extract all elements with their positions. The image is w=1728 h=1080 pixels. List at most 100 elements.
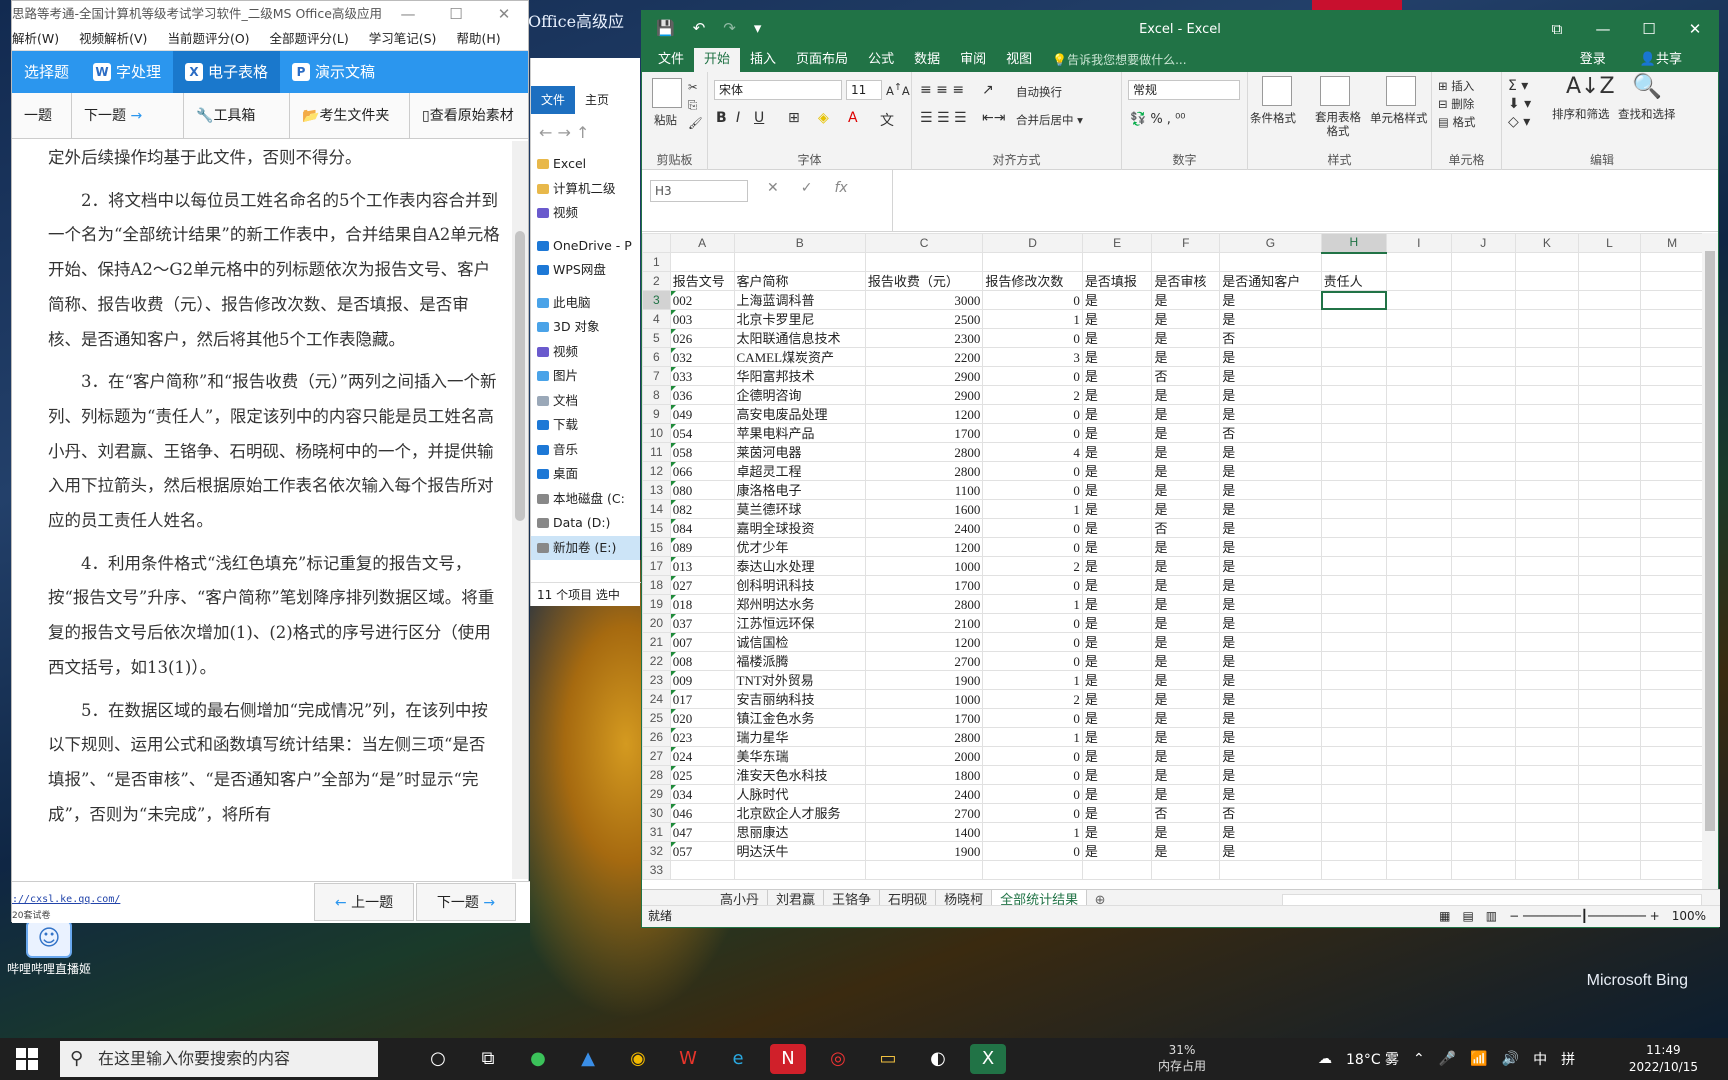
cell[interactable] (1450, 689, 1517, 709)
cell[interactable]: 思丽康达 (733, 822, 866, 842)
cell[interactable] (1577, 803, 1642, 823)
menu-analysis[interactable]: 解析(W) (12, 27, 59, 50)
cell[interactable]: 是 (1219, 499, 1322, 519)
cell[interactable] (1450, 328, 1517, 348)
cell-style-label[interactable]: 单元格样式 (1370, 110, 1428, 126)
cell[interactable]: 是 (1081, 461, 1153, 481)
cell[interactable] (1515, 803, 1579, 823)
cell[interactable]: 084 (669, 518, 735, 538)
cell[interactable] (1450, 632, 1517, 652)
cell[interactable] (733, 860, 866, 880)
row-header[interactable]: 26 (642, 727, 671, 747)
cell[interactable]: 是 (1081, 632, 1153, 652)
row-header[interactable]: 24 (642, 689, 671, 709)
cell[interactable]: 013 (669, 556, 735, 576)
cell[interactable] (1450, 784, 1517, 804)
cells-table[interactable]: ABCDEFGHIJKLM 1 2 报告文号 客户简称 报告收费（元） 报告修改次数 是否填… (642, 233, 1704, 880)
row-header[interactable]: 2 (642, 271, 671, 291)
cell[interactable] (1320, 670, 1388, 690)
cell[interactable] (1640, 727, 1704, 747)
cell[interactable]: 是 (1081, 841, 1153, 861)
cell[interactable] (1577, 841, 1642, 861)
cell[interactable]: 0 (982, 765, 1083, 785)
row-header[interactable]: 17 (642, 556, 671, 576)
cell[interactable]: 否 (1151, 366, 1221, 386)
cell[interactable] (1640, 461, 1704, 481)
cell[interactable] (1081, 252, 1153, 272)
cell[interactable] (669, 860, 735, 880)
cell[interactable] (1386, 803, 1452, 823)
tree-item[interactable]: 视频 (531, 340, 640, 365)
menu-help[interactable]: 帮助(H) (456, 27, 500, 50)
vertical-scrollbar[interactable] (1702, 233, 1718, 889)
cell[interactable]: 是 (1081, 404, 1153, 424)
cell[interactable] (1386, 670, 1452, 690)
tree-item[interactable]: 3D 对象 (531, 315, 640, 340)
cell[interactable] (1640, 347, 1704, 367)
cell[interactable]: 047 (669, 822, 735, 842)
cell[interactable]: 2000 (864, 746, 984, 766)
cell[interactable]: 是 (1219, 841, 1322, 861)
cell[interactable] (1450, 613, 1517, 633)
tell-me-box[interactable]: 💡告诉我您想要做什么... (1042, 48, 1196, 72)
cell[interactable]: 是 (1151, 290, 1221, 310)
cell[interactable] (1577, 575, 1642, 595)
start-windows-icon[interactable] (16, 1048, 38, 1070)
cell[interactable]: 是 (1151, 613, 1221, 633)
tree-item[interactable]: Excel (531, 152, 640, 177)
cell[interactable]: 淮安天色水科技 (733, 765, 866, 785)
cell[interactable] (1450, 366, 1517, 386)
desktop-icon-bilibili[interactable]: ☺ 哔哩哔哩直播姬 (6, 920, 92, 977)
cell[interactable] (1450, 765, 1517, 785)
cell[interactable]: 安吉丽纳科技 (733, 689, 866, 709)
cell[interactable] (1515, 404, 1579, 424)
row-header[interactable]: 7 (642, 366, 671, 386)
cell[interactable]: 是 (1081, 746, 1153, 766)
cell[interactable] (1386, 309, 1452, 329)
cell[interactable]: 优才少年 (733, 537, 866, 557)
cell[interactable] (1577, 556, 1642, 576)
grow-font-icon[interactable]: A↑A (886, 82, 910, 98)
prev-question-button[interactable]: ← 上一题 (314, 883, 414, 921)
cell[interactable] (1386, 347, 1452, 367)
cell[interactable]: 057 (669, 841, 735, 861)
question-scrollbar[interactable] (512, 141, 528, 879)
menu-video[interactable]: 视频解析(V) (79, 27, 147, 50)
maximize-icon[interactable]: ☐ (1626, 11, 1672, 48)
cell[interactable]: 1900 (864, 841, 984, 861)
cell[interactable]: 2400 (864, 784, 984, 804)
tab-page-layout[interactable]: 页面布局 (786, 48, 858, 72)
cell[interactable] (1450, 252, 1517, 272)
name-box[interactable]: H3 (650, 180, 748, 202)
cell[interactable] (1577, 765, 1642, 785)
cell[interactable]: 0 (982, 575, 1083, 595)
cell[interactable]: 1000 (864, 556, 984, 576)
cell[interactable] (1320, 575, 1388, 595)
cell[interactable]: 049 (669, 404, 735, 424)
cell[interactable] (1450, 442, 1517, 462)
cell[interactable]: 是 (1151, 328, 1221, 348)
cell[interactable]: 是 (1219, 290, 1322, 310)
row-header[interactable]: 33 (642, 860, 671, 880)
explorer-nav-arrows[interactable]: ← → ↑ (531, 114, 640, 152)
cell[interactable] (1386, 366, 1452, 386)
page-break-icon[interactable]: ▥ (1486, 906, 1497, 926)
cell[interactable] (1320, 613, 1388, 633)
cell[interactable] (1386, 518, 1452, 538)
scroll-thumb[interactable] (1705, 251, 1715, 831)
explorer-tab-home[interactable]: 主页 (575, 86, 619, 114)
ime-indicator[interactable]: 中 (1533, 1049, 1547, 1069)
cell[interactable]: 泰达山水处理 (733, 556, 866, 576)
row-header[interactable]: 6 (642, 347, 671, 367)
column-header[interactable]: L (1577, 233, 1642, 253)
cell[interactable] (1515, 556, 1579, 576)
cell[interactable] (1450, 822, 1517, 842)
cell[interactable]: 034 (669, 784, 735, 804)
cell[interactable]: 是 (1219, 689, 1322, 709)
row-header[interactable]: 20 (642, 613, 671, 633)
cell[interactable]: 是 (1219, 765, 1322, 785)
cell[interactable] (1640, 271, 1704, 291)
cell[interactable] (1450, 803, 1517, 823)
cell[interactable]: 是 (1151, 461, 1221, 481)
cell[interactable]: 是 (1081, 727, 1153, 747)
